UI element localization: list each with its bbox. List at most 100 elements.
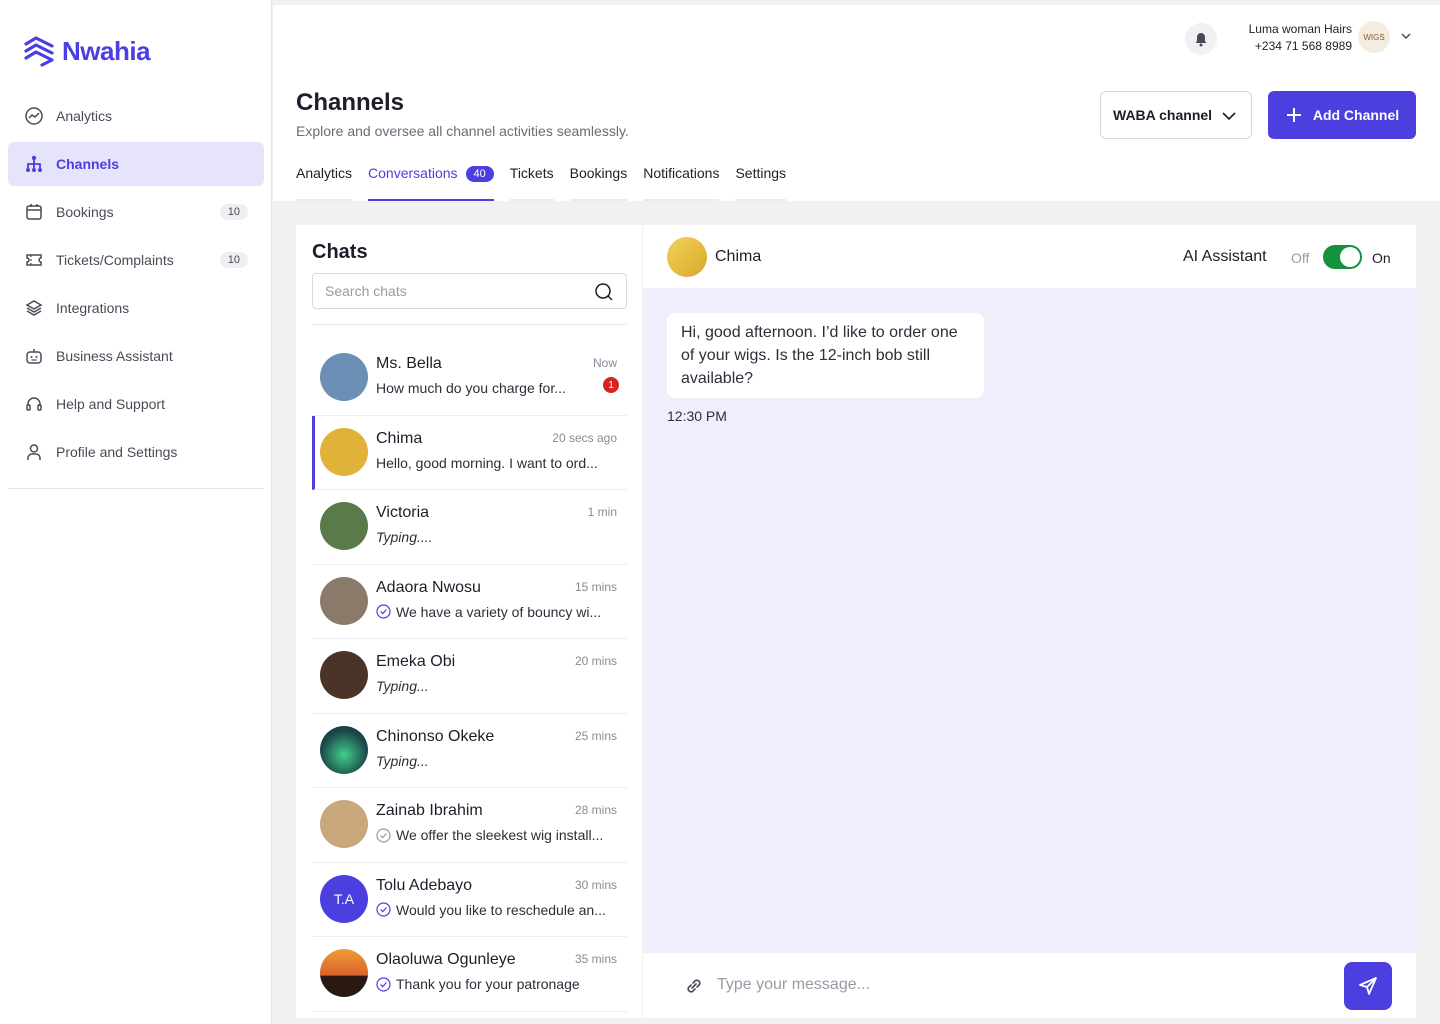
chat-item[interactable]: Chima 20 secs ago Hello, good morning. I… bbox=[312, 415, 627, 490]
toggle-on-label: On bbox=[1372, 250, 1391, 266]
user-info[interactable]: Luma woman Hairs +234 71 568 8989 bbox=[1249, 22, 1352, 53]
avatar bbox=[320, 651, 368, 699]
sidebar-item-bookings[interactable]: Bookings 10 bbox=[8, 190, 264, 234]
chat-preview: Thank you for your patronage bbox=[396, 976, 580, 992]
ticket-icon bbox=[24, 250, 44, 270]
avatar[interactable]: WIGS bbox=[1358, 21, 1390, 53]
tab-analytics[interactable]: Analytics bbox=[296, 165, 353, 201]
headset-icon bbox=[24, 394, 44, 414]
chart-icon bbox=[24, 106, 44, 126]
sidebar-item-analytics[interactable]: Analytics bbox=[8, 94, 264, 138]
tab-bookings[interactable]: Bookings bbox=[569, 165, 628, 201]
send-button[interactable] bbox=[1344, 962, 1392, 1010]
chevron-down-icon[interactable] bbox=[1399, 29, 1413, 43]
chat-name: Chinonso Okeke bbox=[376, 727, 495, 745]
notification-bell-button[interactable] bbox=[1185, 23, 1217, 55]
sidebar: Nwahia Analytics Channels Bookings 10 Ti… bbox=[0, 0, 272, 1024]
chat-time: Now bbox=[592, 356, 617, 370]
avatar bbox=[320, 949, 368, 997]
chat-preview: Typing.... bbox=[376, 529, 433, 545]
tab-label: Settings bbox=[735, 165, 787, 181]
tab-label: Tickets bbox=[509, 165, 554, 181]
channel-select-value: WABA channel bbox=[1113, 107, 1213, 123]
divider bbox=[312, 324, 627, 325]
search-placeholder: Search chats bbox=[325, 283, 407, 299]
sidebar-item-label: Bookings bbox=[56, 204, 114, 220]
tab-label: Conversations bbox=[368, 165, 458, 181]
chat-preview: Typing... bbox=[376, 752, 429, 769]
ai-assistant-label: AI Assistant bbox=[1183, 248, 1267, 265]
channel-select[interactable]: WABA channel bbox=[1100, 91, 1252, 139]
chat-preview: How much do you charge for... bbox=[376, 380, 566, 396]
chat-name: Adaora Nwosu bbox=[376, 578, 481, 596]
chat-preview: Typing... bbox=[376, 678, 429, 694]
avatar[interactable] bbox=[667, 237, 707, 277]
chat-name: Ms. Bella bbox=[376, 355, 442, 372]
sidebar-item-help[interactable]: Help and Support bbox=[8, 382, 264, 426]
add-channel-button[interactable]: Add Channel bbox=[1268, 91, 1416, 139]
contact-name: Chima bbox=[715, 248, 762, 265]
page-title: Channels bbox=[296, 89, 405, 116]
chat-item[interactable]: Olaoluwa Ogunleye 35 mins Thank you for … bbox=[312, 937, 627, 1012]
count-badge: 10 bbox=[219, 252, 248, 268]
chat-preview-row: Thank you for your patronage bbox=[376, 976, 580, 992]
robot-icon bbox=[24, 346, 44, 366]
sidebar-item-business-assistant[interactable]: Business Assistant bbox=[8, 334, 264, 378]
attach-link-icon[interactable] bbox=[683, 975, 705, 997]
check-circle-icon bbox=[376, 827, 391, 843]
brand-logo[interactable]: Nwahia bbox=[22, 34, 151, 68]
chat-item[interactable]: Emeka Obi 20 mins Typing... bbox=[312, 639, 627, 714]
divider bbox=[8, 488, 264, 489]
chat-item[interactable]: Victoria 1 min Typing.... bbox=[312, 490, 627, 565]
ai-assistant-toggle[interactable] bbox=[1323, 245, 1362, 269]
search-icon[interactable] bbox=[594, 282, 614, 302]
sidebar-item-label: Help and Support bbox=[56, 396, 165, 412]
check-circle-icon bbox=[376, 976, 391, 992]
sidebar-item-integrations[interactable]: Integrations bbox=[8, 286, 264, 330]
plus-icon bbox=[1286, 108, 1301, 122]
chat-name: Tolu Adebayo bbox=[376, 876, 473, 894]
avatar-text: WIGS bbox=[1363, 32, 1385, 42]
hierarchy-icon bbox=[24, 154, 44, 174]
bell-icon bbox=[1195, 33, 1207, 47]
conversation-panel: Chima AI Assistant Off On Hi, good after… bbox=[643, 225, 1416, 1018]
count-badge: 40 bbox=[465, 166, 494, 182]
tab-label: Bookings bbox=[569, 165, 628, 181]
chat-item[interactable]: Adaora Nwosu 15 mins We have a variety o… bbox=[312, 565, 627, 639]
chat-time: 25 mins bbox=[574, 728, 617, 743]
search-input[interactable]: Search chats bbox=[312, 273, 627, 309]
logo-icon bbox=[24, 36, 54, 67]
sidebar-item-tickets[interactable]: Tickets/Complaints 10 bbox=[8, 238, 264, 282]
tab-settings[interactable]: Settings bbox=[735, 165, 786, 201]
chat-time: 20 secs ago bbox=[552, 430, 617, 445]
message-time: 12:30 PM bbox=[667, 408, 727, 424]
chat-preview: We offer the sleekest wig install... bbox=[396, 827, 604, 843]
sidebar-item-label: Business Assistant bbox=[56, 348, 173, 364]
avatar bbox=[320, 353, 368, 401]
chat-preview: We have a variety of bouncy wi... bbox=[396, 603, 602, 620]
avatar bbox=[320, 800, 368, 848]
chat-time: 35 mins bbox=[574, 952, 617, 966]
chat-name: Chima bbox=[376, 429, 423, 447]
page-subtitle: Explore and oversee all channel activiti… bbox=[296, 123, 629, 139]
user-icon bbox=[24, 442, 44, 462]
chat-item[interactable]: T.A Tolu Adebayo 30 mins Would you like … bbox=[312, 863, 627, 937]
tab-conversations[interactable]: Conversations 40 bbox=[368, 165, 494, 201]
chat-time: 15 mins bbox=[574, 579, 617, 594]
message-input[interactable]: Type your message... bbox=[717, 976, 870, 994]
chat-item[interactable]: Chinonso Okeke 25 mins Typing... bbox=[312, 714, 627, 788]
chevron-down-icon bbox=[1222, 112, 1236, 121]
sidebar-item-profile[interactable]: Profile and Settings bbox=[8, 430, 264, 474]
avatar: T.A bbox=[320, 874, 368, 923]
message-composer: Type your message... bbox=[643, 953, 1416, 1018]
tab-notifications[interactable]: Notifications bbox=[643, 165, 720, 201]
chat-time: 28 mins bbox=[574, 803, 617, 817]
tab-tickets[interactable]: Tickets bbox=[509, 165, 554, 201]
chat-item[interactable]: Zainab Ibrahim 28 mins We offer the slee… bbox=[312, 788, 627, 863]
chat-item[interactable]: Ms. Bella Now How much do you charge for… bbox=[312, 341, 627, 416]
chat-preview-row: We offer the sleekest wig install... bbox=[376, 827, 603, 843]
chat-time: 20 mins bbox=[574, 654, 617, 668]
sidebar-item-channels[interactable]: Channels bbox=[8, 142, 264, 186]
avatar bbox=[320, 725, 368, 774]
chat-name: Emeka Obi bbox=[376, 653, 456, 670]
